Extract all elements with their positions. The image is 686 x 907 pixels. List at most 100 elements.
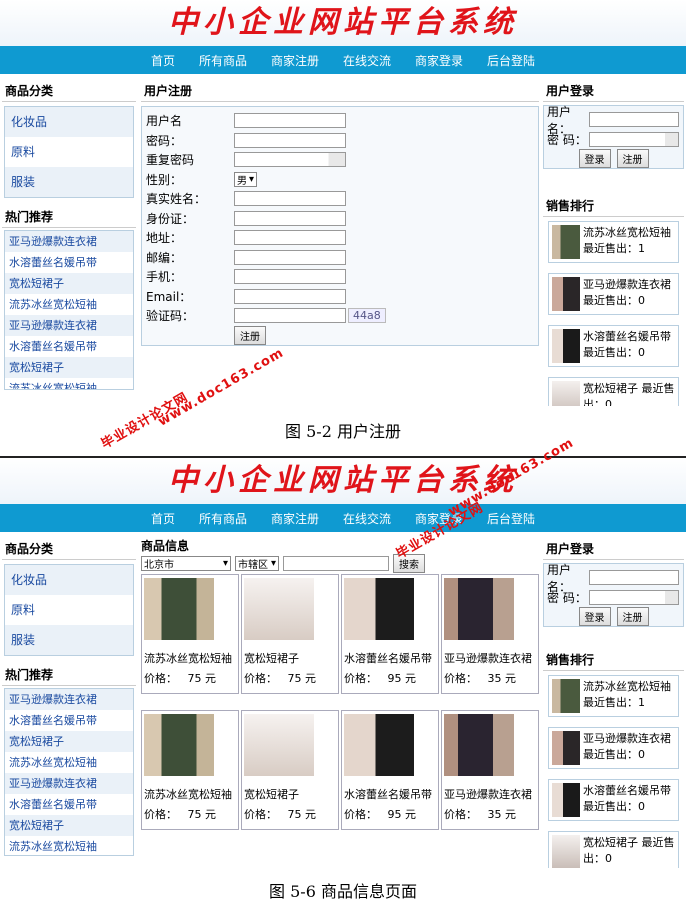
rank-item[interactable]: 流苏冰丝宽松短袖 最近售出：1 xyxy=(548,221,679,263)
price-label: 价格： xyxy=(244,672,277,685)
hot-item[interactable]: 流苏冰丝宽松短袖 xyxy=(5,294,133,315)
nav-home[interactable]: 首页 xyxy=(151,510,175,527)
product-card[interactable]: 水溶蕾丝名媛吊带 价格： 95 元 xyxy=(341,710,439,830)
rank-item[interactable]: 水溶蕾丝名媛吊带 最近售出：0 xyxy=(548,779,679,821)
search-input[interactable] xyxy=(283,555,389,571)
hot-item[interactable]: 水溶蕾丝名媛吊带 xyxy=(5,336,133,357)
product-name: 水溶蕾丝名媛吊带 xyxy=(344,652,432,665)
category-item[interactable]: 服装 xyxy=(5,625,133,655)
nav-all-products[interactable]: 所有商品 xyxy=(199,52,247,69)
nav-merchant-register[interactable]: 商家注册 xyxy=(271,510,319,527)
product-thumb xyxy=(552,731,580,765)
product-card[interactable]: 宽松短裙子 价格： 75 元 xyxy=(241,710,339,830)
gender-select[interactable]: 男 ▾ xyxy=(234,171,258,187)
city-select[interactable]: 北京市 ▾ xyxy=(141,555,231,571)
hot-item[interactable]: 水溶蕾丝名媛吊带 xyxy=(5,710,133,731)
hot-item[interactable]: 亚马逊爆款连衣裙 xyxy=(5,315,133,336)
district-select[interactable]: 市辖区 ▾ xyxy=(235,555,279,571)
login-button[interactable]: 登录 xyxy=(578,607,611,627)
rank-item-sold: 最近售出：1 xyxy=(583,696,645,709)
product-card[interactable]: 宽松短裙子 价格： 75 元 xyxy=(241,574,339,694)
login-register-button[interactable]: 注册 xyxy=(616,607,649,627)
hot-item[interactable]: 亚马逊爆款连衣裙 xyxy=(5,773,133,794)
nav-online-chat[interactable]: 在线交流 xyxy=(343,510,391,527)
site-banner: 中小企业网站平台系统 xyxy=(0,0,686,46)
product-image xyxy=(444,578,514,640)
username-input[interactable] xyxy=(234,113,346,129)
hot-item[interactable]: 水溶蕾丝名媛吊带 xyxy=(5,794,133,815)
rank-item[interactable]: 亚马逊爆款连衣裙 最近售出：0 xyxy=(548,273,679,315)
category-list: 化妆品 原料 服装 xyxy=(4,564,134,656)
nav-admin-login[interactable]: 后台登陆 xyxy=(487,52,535,69)
idcard-input[interactable] xyxy=(234,210,346,226)
nav-merchant-register[interactable]: 商家注册 xyxy=(271,52,319,69)
login-button[interactable]: 登录 xyxy=(578,149,611,169)
login-username-input[interactable] xyxy=(589,570,679,586)
nav-merchant-login[interactable]: 商家登录 xyxy=(415,52,463,69)
rank-item[interactable]: 亚马逊爆款连衣裙 最近售出：0 xyxy=(548,727,679,769)
login-username-input[interactable] xyxy=(589,112,679,128)
product-card[interactable]: 流苏冰丝宽松短袖 价格： 75 元 xyxy=(141,574,239,694)
hot-title: 热门推荐 xyxy=(2,206,136,228)
product-image xyxy=(244,714,314,776)
hot-item[interactable]: 流苏冰丝宽松短袖 xyxy=(5,378,133,389)
city-value: 北京市 xyxy=(144,559,174,571)
username-label: 用户名 xyxy=(146,114,183,129)
product-card[interactable]: 水溶蕾丝名媛吊带 价格： 95 元 xyxy=(341,574,439,694)
price-unit: 元 xyxy=(305,808,316,821)
login-password-input[interactable] xyxy=(589,131,679,147)
rank-item-name: 宽松短裙子 xyxy=(583,382,638,395)
product-thumb xyxy=(552,329,580,363)
category-item[interactable]: 化妆品 xyxy=(5,107,133,137)
password-label: 密码： xyxy=(146,133,183,148)
hot-item[interactable]: 亚马逊爆款连衣裙 xyxy=(5,231,133,252)
category-item[interactable]: 原料 xyxy=(5,137,133,167)
nav-online-chat[interactable]: 在线交流 xyxy=(343,52,391,69)
zipcode-input[interactable] xyxy=(234,249,346,265)
category-item[interactable]: 原料 xyxy=(5,595,133,625)
rank-item[interactable]: 水溶蕾丝名媛吊带 最近售出：0 xyxy=(548,325,679,367)
login-password-input[interactable] xyxy=(589,589,679,605)
login-password-label: 密 码： xyxy=(547,132,587,147)
product-image xyxy=(344,714,414,776)
price-value: 35 xyxy=(487,808,502,821)
hot-item[interactable]: 宽松短裙子 xyxy=(5,815,133,836)
captcha-input[interactable] xyxy=(234,308,346,324)
price-label: 价格： xyxy=(144,672,177,685)
register-title: 用户注册 xyxy=(141,80,539,102)
phone-input[interactable] xyxy=(234,269,346,285)
hot-item[interactable]: 流苏冰丝宽松短袖 xyxy=(5,752,133,773)
nav-admin-login[interactable]: 后台登陆 xyxy=(487,510,535,527)
hot-item[interactable]: 宽松短裙子 xyxy=(5,357,133,378)
product-card[interactable]: 亚马逊爆款连衣裙 价格： 35 元 xyxy=(441,710,539,830)
realname-input[interactable] xyxy=(234,191,346,207)
products-title: 商品信息 xyxy=(141,539,190,553)
product-card[interactable]: 亚马逊爆款连衣裙 价格： 35 元 xyxy=(441,574,539,694)
price-value: 75 xyxy=(187,808,202,821)
hot-item[interactable]: 宽松短裙子 xyxy=(5,273,133,294)
category-item[interactable]: 化妆品 xyxy=(5,565,133,595)
hot-item[interactable]: 宽松短裙子 xyxy=(5,731,133,752)
rank-item[interactable]: 宽松短裙子 最近售出：0 xyxy=(548,377,679,406)
product-thumb xyxy=(552,783,580,817)
hot-item[interactable]: 水溶蕾丝名媛吊带 xyxy=(5,252,133,273)
captcha-image[interactable]: 44a8 xyxy=(348,308,386,324)
nav-home[interactable]: 首页 xyxy=(151,52,175,69)
address-input[interactable] xyxy=(234,230,346,246)
nav-all-products[interactable]: 所有商品 xyxy=(199,510,247,527)
rank-item[interactable]: 宽松短裙子 最近售出：0 xyxy=(548,831,679,868)
email-label: Email： xyxy=(146,289,192,304)
rank-item-sold: 最近售出：0 xyxy=(583,748,645,761)
hot-item[interactable]: 亚马逊爆款连衣裙 xyxy=(5,689,133,710)
category-item[interactable]: 服装 xyxy=(5,167,133,197)
email-input[interactable] xyxy=(234,288,346,304)
rank-item[interactable]: 流苏冰丝宽松短袖 最近售出：1 xyxy=(548,675,679,717)
product-card[interactable]: 流苏冰丝宽松短袖 价格： 75 元 xyxy=(141,710,239,830)
phone-label: 手机： xyxy=(146,270,183,285)
hot-item[interactable]: 流苏冰丝宽松短袖 xyxy=(5,836,133,855)
repeat-password-input[interactable] xyxy=(234,152,346,168)
password-input[interactable] xyxy=(234,132,346,148)
register-submit-button[interactable]: 注册 xyxy=(234,325,266,345)
price-unit: 元 xyxy=(205,672,216,685)
login-register-button[interactable]: 注册 xyxy=(616,149,649,169)
